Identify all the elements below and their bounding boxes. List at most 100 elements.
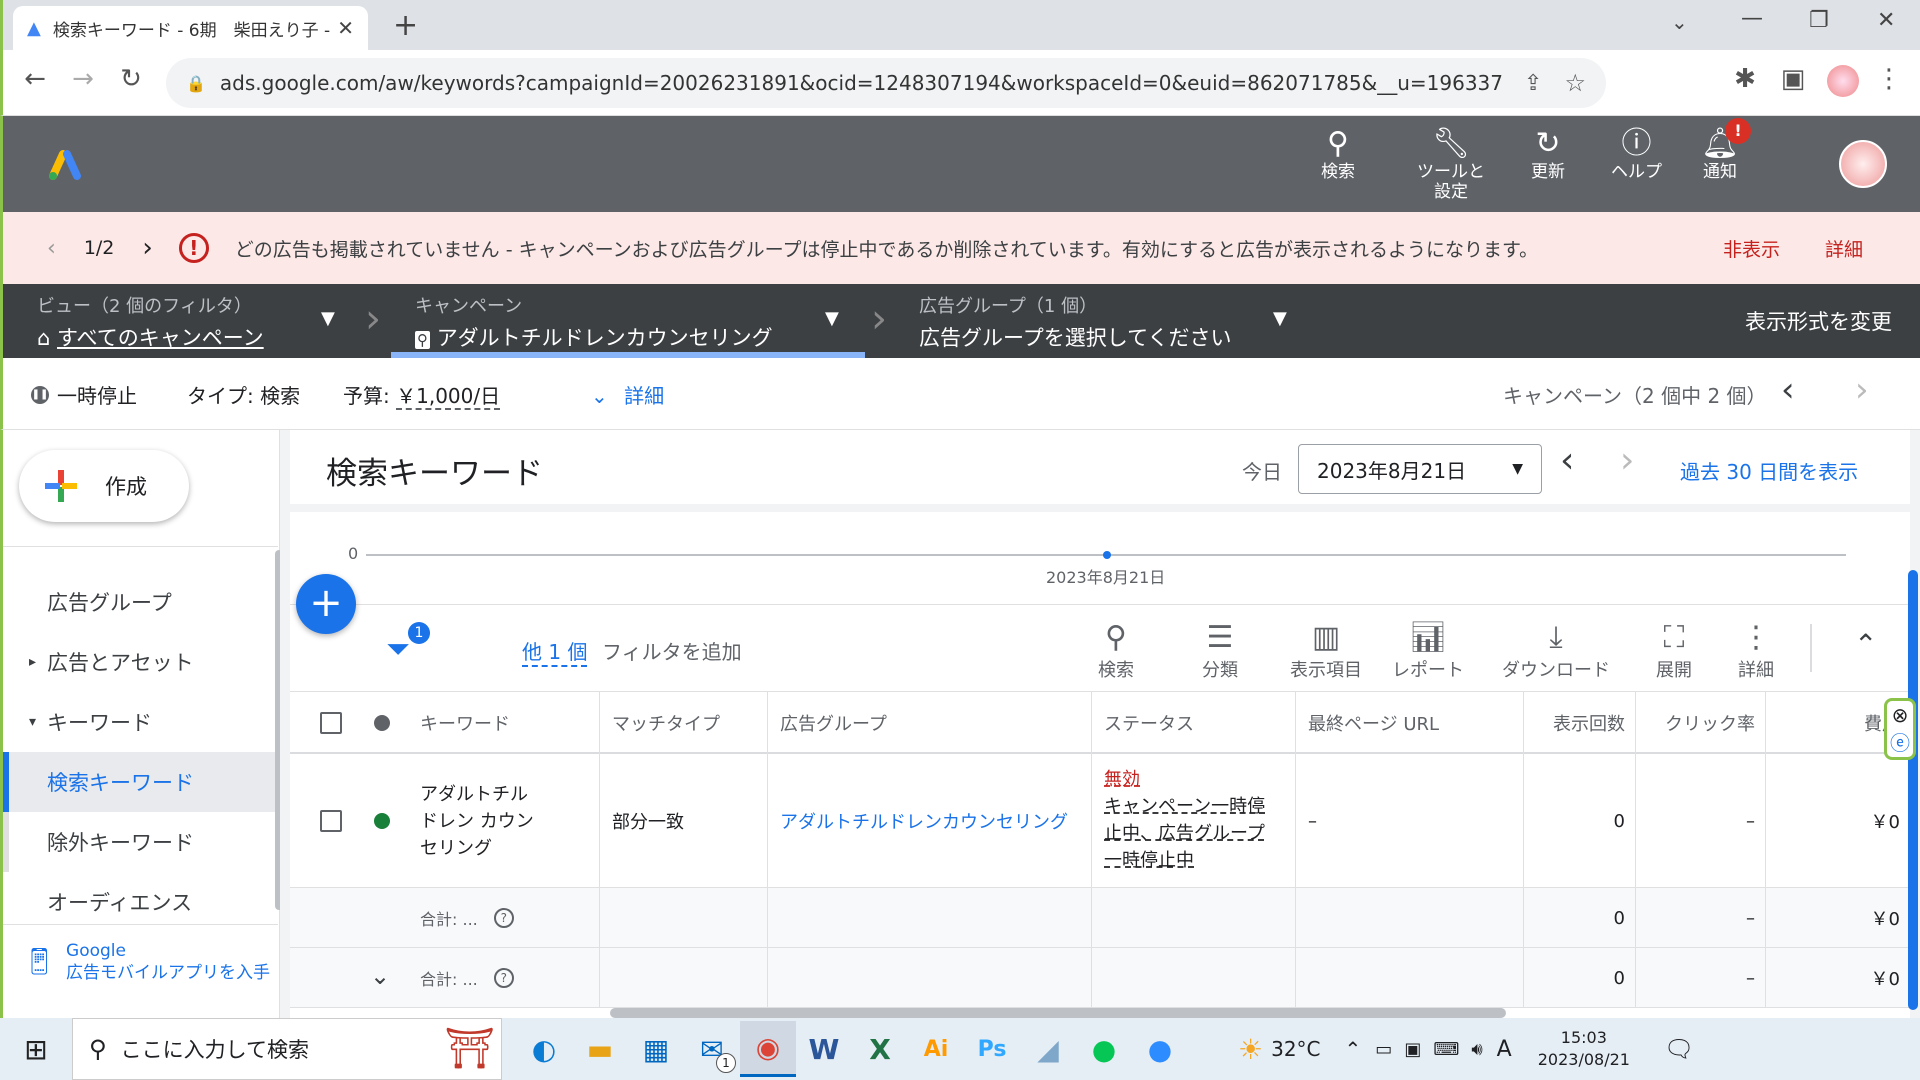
- line-icon[interactable]: ●: [1076, 1021, 1132, 1077]
- battery-icon[interactable]: ▭: [1375, 1039, 1392, 1060]
- notepad-icon[interactable]: ◢: [1020, 1021, 1076, 1077]
- view-dropdown-icon[interactable]: ▼: [321, 308, 335, 329]
- row-checkbox[interactable]: [320, 810, 342, 832]
- budget[interactable]: 予算: ￥1,000/日: [343, 380, 501, 410]
- sidebar-item-ads-assets[interactable]: ▸ 広告とアセット: [3, 632, 278, 692]
- filter-icon[interactable]: ⏷: [386, 632, 410, 667]
- status-cell[interactable]: 無効 キャンペーン一時停 止中、広告グループ 一時停止中: [1092, 754, 1296, 888]
- prev-date-icon[interactable]: ‹: [1560, 440, 1574, 481]
- meet-icon[interactable]: ▣: [1404, 1039, 1421, 1060]
- zoom-icon[interactable]: ●: [1132, 1021, 1188, 1077]
- campaign-selector[interactable]: キャンペーン ⚲ アダルトチルドレンカウンセリング: [415, 292, 773, 352]
- extensions-icon[interactable]: ✱: [1727, 64, 1763, 94]
- column-status[interactable]: ステータス: [1092, 692, 1296, 754]
- chrome-icon[interactable]: ◉: [740, 1021, 796, 1077]
- column-final-url[interactable]: 最終ページ URL: [1296, 692, 1524, 754]
- edge-icon[interactable]: ◐: [516, 1021, 572, 1077]
- add-filter-button[interactable]: フィルタを追加: [602, 636, 742, 665]
- browser-tab[interactable]: ▲ 検索キーワード - 6期 柴田えり子 - ( ✕: [13, 6, 368, 50]
- profile-avatar[interactable]: [1827, 65, 1859, 97]
- prev-banner-icon[interactable]: ‹: [47, 236, 56, 261]
- close-tab-icon[interactable]: ✕: [337, 16, 354, 40]
- illustrator-icon[interactable]: Ai: [908, 1021, 964, 1077]
- forward-icon[interactable]: →: [65, 64, 101, 94]
- expand-totals-chevron-icon[interactable]: ⌄: [370, 962, 390, 990]
- prev-campaign-icon[interactable]: ‹: [1781, 370, 1795, 410]
- volume-icon[interactable]: 🔊︎: [1471, 1039, 1482, 1060]
- sidebar-item-search-keywords[interactable]: 検索キーワード: [3, 752, 278, 812]
- sidebar-item-audiences[interactable]: オーディエンス: [3, 872, 278, 932]
- ime-indicator[interactable]: A: [1497, 1037, 1512, 1062]
- tool-search-button[interactable]: ⚲ 検索: [1098, 620, 1134, 682]
- sidebar-item-negative-keywords[interactable]: 除外キーワード: [3, 812, 278, 872]
- restore-icon[interactable]: ❐: [1809, 8, 1829, 33]
- header-tools-button[interactable]: 🔧︎ ツールと 設定: [1411, 126, 1491, 202]
- header-search-button[interactable]: ⚲ 検索: [1321, 126, 1355, 182]
- campaign-status[interactable]: ❚❚ 一時停止: [31, 380, 137, 409]
- view-selector[interactable]: ビュー（2 個のフィルタ） ⌂ すべてのキャンペーン: [37, 292, 264, 352]
- change-view-button[interactable]: 表示形式を変更: [1745, 306, 1892, 336]
- tray-chevron-icon[interactable]: ⌃: [1345, 1037, 1362, 1061]
- column-impressions[interactable]: 表示回数: [1524, 692, 1636, 754]
- sidebar-item-adgroups[interactable]: 広告グループ: [3, 572, 278, 632]
- excel-icon[interactable]: X: [852, 1021, 908, 1077]
- taskbar-search-box[interactable]: ⚲ ここに入力して検索 ⛩︎: [72, 1018, 502, 1080]
- back-icon[interactable]: ←: [17, 64, 53, 94]
- mail-icon[interactable]: ✉ 1: [684, 1021, 740, 1077]
- side-panel-icon[interactable]: ▣: [1775, 64, 1811, 94]
- header-help-button[interactable]: ⓘ ヘルプ: [1611, 126, 1662, 182]
- adgroup-selector[interactable]: 広告グループ（1 個） 広告グループを選択してください: [919, 292, 1231, 352]
- adgroup-link[interactable]: アダルトチルドレンカウンセリング: [768, 754, 1092, 888]
- tool-download-button[interactable]: ⤓ ダウンロード: [1502, 620, 1610, 682]
- word-icon[interactable]: W: [796, 1021, 852, 1077]
- date-picker[interactable]: 2023年8月21日 ▼: [1298, 444, 1542, 494]
- bookmark-star-icon[interactable]: ☆: [1564, 69, 1586, 97]
- network-icon[interactable]: ⌨: [1433, 1039, 1459, 1060]
- tab-search-icon[interactable]: ⌄: [1671, 10, 1688, 34]
- next-banner-icon[interactable]: ›: [142, 233, 152, 263]
- new-tab-icon[interactable]: +: [393, 8, 418, 43]
- weather-widget[interactable]: ☀ 32°C: [1238, 1033, 1321, 1066]
- keyword-cell[interactable]: アダルトチル ドレン カウン セリング: [420, 754, 600, 888]
- share-icon[interactable]: ⇪: [1524, 71, 1542, 96]
- column-keyword[interactable]: キーワード: [420, 692, 600, 754]
- tool-more-button[interactable]: ⋮ 詳細: [1738, 620, 1774, 682]
- campaign-dropdown-icon[interactable]: ▼: [825, 308, 839, 329]
- select-all-checkbox[interactable]: [320, 712, 342, 734]
- photoshop-icon[interactable]: Ps: [964, 1021, 1020, 1077]
- extension-widget[interactable]: ⊗ ⓔ: [1884, 698, 1916, 760]
- tool-segment-button[interactable]: ☰ 分類: [1202, 620, 1238, 682]
- store-icon[interactable]: ▦: [628, 1021, 684, 1077]
- banner-hide-link[interactable]: 非表示: [1723, 235, 1780, 262]
- help-icon[interactable]: ?: [493, 908, 514, 928]
- tool-columns-button[interactable]: ▥ 表示項目: [1290, 620, 1362, 682]
- other-filter-link[interactable]: 他 1 個: [522, 636, 588, 667]
- chrome-menu-icon[interactable]: ⋮: [1871, 64, 1907, 94]
- column-match-type[interactable]: マッチタイプ: [600, 692, 768, 754]
- clock[interactable]: 15:03 2023/08/21: [1538, 1027, 1630, 1071]
- notification-center-icon[interactable]: 🗨︎: [1664, 1035, 1694, 1063]
- address-bar[interactable]: 🔒 ads.google.com/aw/keywords?campaignId=…: [166, 58, 1606, 108]
- file-explorer-icon[interactable]: ▬: [572, 1021, 628, 1077]
- header-refresh-button[interactable]: ↻ 更新: [1531, 126, 1565, 182]
- google-ads-logo[interactable]: [47, 146, 83, 180]
- adgroup-dropdown-icon[interactable]: ▼: [1273, 308, 1287, 329]
- horizontal-scrollbar[interactable]: [610, 1008, 1506, 1018]
- create-button[interactable]: 作成: [19, 450, 189, 522]
- help-icon[interactable]: ?: [493, 968, 514, 988]
- collapse-chevron-icon[interactable]: ⌃: [1854, 628, 1877, 661]
- window-close-icon[interactable]: ✕: [1877, 8, 1895, 33]
- minimize-icon[interactable]: —: [1741, 6, 1763, 31]
- tool-expand-button[interactable]: ⛶ 展開: [1656, 620, 1692, 682]
- banner-details-link[interactable]: 詳細: [1825, 235, 1863, 262]
- account-avatar[interactable]: [1839, 140, 1887, 188]
- tool-reports-button[interactable]: 📊︎ レポート: [1392, 620, 1464, 682]
- sidebar-item-keywords[interactable]: ▾ キーワード: [3, 692, 278, 752]
- column-ctr[interactable]: クリック率: [1636, 692, 1766, 754]
- windows-start-icon[interactable]: ⊞: [0, 1021, 72, 1077]
- page-scrollbar[interactable]: [1908, 570, 1918, 1010]
- column-adgroup[interactable]: 広告グループ: [768, 692, 1092, 754]
- mobile-app-promo[interactable]: 📱︎ Google 広告モバイルアプリを入手: [23, 940, 286, 984]
- close-widget-icon[interactable]: ⊗: [1892, 703, 1909, 727]
- next-date-icon[interactable]: ›: [1620, 440, 1634, 481]
